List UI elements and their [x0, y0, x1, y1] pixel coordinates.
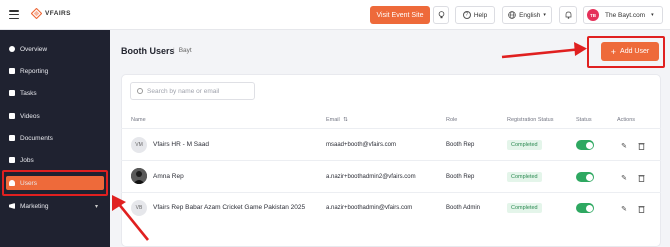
search-placeholder: Search by name or email — [147, 87, 220, 95]
page-title: Booth Users — [121, 46, 175, 56]
add-user-label: Add User — [620, 48, 650, 55]
status-toggle[interactable] — [576, 140, 594, 150]
search-icon — [137, 88, 143, 94]
help-button[interactable]: ? Help — [455, 6, 495, 24]
megaphone-icon — [9, 203, 15, 209]
sidebar-item-jobs[interactable]: Jobs — [9, 153, 104, 167]
column-header-status: Status — [576, 117, 592, 123]
sidebar-item-label: Documents — [20, 134, 53, 142]
overview-icon — [9, 46, 15, 52]
trash-icon[interactable] — [637, 205, 645, 213]
chevron-down-icon: ▾ — [543, 12, 546, 18]
logo-text: VFAIRS — [45, 10, 71, 17]
bell-icon — [565, 11, 571, 19]
trash-glyph — [638, 143, 644, 150]
status-toggle[interactable] — [576, 172, 594, 182]
booth-name: Bayt — [178, 47, 192, 54]
users-highlight-box — [2, 170, 108, 196]
sidebar-item-tasks[interactable]: Tasks — [9, 86, 104, 100]
email-cell: a.nazir+boothadmin@vfairs.com — [326, 205, 413, 211]
email-cell: msaad+booth@vfairs.com — [326, 142, 396, 148]
role-cell: Booth Admin — [446, 205, 481, 211]
top-bar: VFAIRS Visit Event Site ? Help English ▾… — [0, 0, 670, 30]
avatar-photo — [131, 168, 147, 184]
avatar: VM — [131, 137, 147, 153]
lightbulb-icon — [438, 11, 444, 19]
email-cell: a.nazir+boothadmin2@vfairs.com — [326, 174, 416, 180]
role-cell: Booth Rep — [446, 174, 475, 180]
status-badge: Completed — [507, 203, 542, 213]
sidebar-item-videos[interactable]: Videos — [9, 109, 104, 123]
language-selector[interactable]: English ▾ — [502, 6, 552, 24]
help-label: Help — [473, 11, 488, 19]
edit-icon[interactable]: ✎ — [620, 174, 628, 182]
sidebar-item-reporting[interactable]: Reporting — [9, 64, 104, 78]
edit-icon[interactable]: ✎ — [620, 142, 628, 150]
tasks-icon — [9, 90, 15, 96]
sidebar-item-label: Overview — [20, 45, 48, 53]
status-toggle[interactable] — [576, 203, 594, 213]
status-badge: Completed — [507, 172, 542, 182]
user-avatar: TB — [587, 9, 599, 21]
row-divider — [121, 160, 661, 161]
column-header-name: Name — [131, 117, 146, 123]
person-photo-icon — [131, 168, 147, 184]
sidebar-item-label: Tasks — [20, 89, 37, 97]
status-badge: Completed — [507, 140, 542, 150]
divider: | — [173, 47, 175, 54]
arrow-head-icon — [574, 42, 587, 56]
column-header-email[interactable]: Email ⇅ — [326, 117, 348, 123]
trash-glyph — [638, 175, 644, 182]
arrow-to-add-user — [501, 47, 583, 59]
user-name-cell: Vfairs HR - M Saad — [153, 141, 209, 148]
search-input[interactable]: Search by name or email — [130, 82, 255, 100]
sidebar-item-label: Videos — [20, 112, 40, 120]
role-cell: Booth Rep — [446, 142, 475, 148]
documents-icon — [9, 135, 15, 141]
user-name-cell: Vfairs Rep Babar Azam Cricket Game Pakis… — [153, 204, 306, 211]
add-user-button[interactable]: + Add User — [601, 42, 659, 61]
user-name-cell: Amna Rep — [153, 173, 184, 180]
menu-icon[interactable] — [9, 10, 19, 19]
sidebar-item-label: Marketing — [20, 202, 49, 210]
chevron-down-icon: ▾ — [94, 203, 98, 210]
sort-icon[interactable]: ⇅ — [343, 117, 348, 123]
row-divider — [121, 128, 661, 129]
column-header-registration-status: Registration Status — [507, 117, 554, 123]
plus-icon: + — [610, 46, 617, 57]
videos-icon — [9, 113, 15, 119]
sidebar-item-label: Jobs — [20, 156, 34, 164]
sidebar-item-label: Reporting — [20, 67, 49, 75]
chevron-down-icon: ▾ — [651, 12, 654, 18]
language-label: English — [519, 11, 541, 19]
user-menu[interactable]: TB The Bayt.com ▾ — [583, 6, 663, 24]
trash-icon[interactable] — [637, 174, 645, 182]
sidebar-item-documents[interactable]: Documents — [9, 131, 104, 145]
visit-event-site-button[interactable]: Visit Event Site — [370, 6, 430, 24]
user-name: The Bayt.com — [605, 11, 646, 19]
help-icon: ? — [462, 11, 471, 19]
row-divider — [121, 192, 661, 193]
reporting-icon — [9, 68, 15, 74]
column-header-email-label: Email — [326, 117, 340, 123]
globe-icon — [508, 11, 516, 19]
column-header-role: Role — [446, 117, 458, 123]
trash-glyph — [638, 206, 644, 213]
column-header-actions: Actions — [617, 117, 636, 123]
sidebar-item-overview[interactable]: Overview — [9, 42, 104, 56]
notifications-button[interactable] — [559, 6, 577, 24]
logo-icon — [31, 8, 42, 19]
page-subtitle: | Bayt — [173, 47, 192, 54]
lightbulb-button[interactable] — [433, 6, 449, 24]
avatar: VB — [131, 200, 147, 216]
trash-icon[interactable] — [637, 142, 645, 150]
jobs-icon — [9, 157, 15, 163]
edit-icon[interactable]: ✎ — [620, 205, 628, 213]
brand-logo[interactable]: VFAIRS — [31, 8, 71, 19]
sidebar-item-marketing[interactable]: Marketing ▾ — [9, 199, 104, 213]
